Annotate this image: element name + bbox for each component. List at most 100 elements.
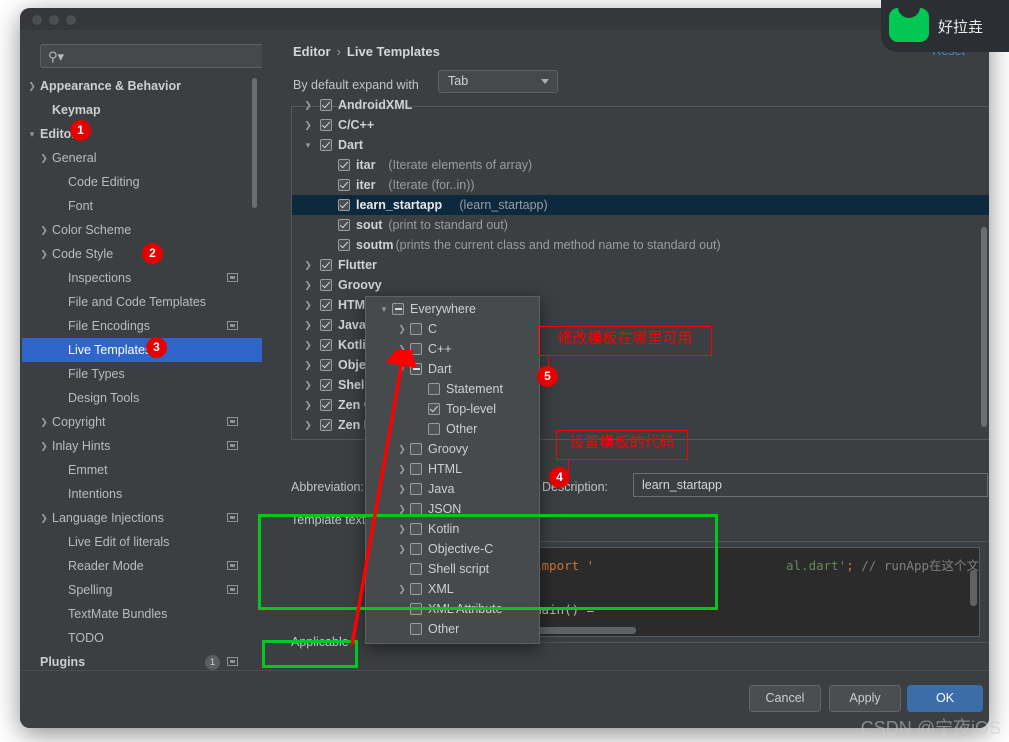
search-input[interactable]: ⚲▾ — [40, 44, 262, 68]
template-row[interactable]: learn_startapp (learn_startapp) — [292, 195, 989, 215]
chevron-right-icon[interactable]: ❯ — [302, 95, 314, 115]
sidebar-item-code-editing[interactable]: Code Editing — [22, 170, 262, 194]
template-row[interactable]: itar (Iterate elements of array) — [292, 155, 989, 175]
code-string: al.dart' — [786, 558, 847, 573]
sidebar-item-emmet[interactable]: Emmet — [22, 458, 262, 482]
sidebar-item-font[interactable]: Font — [22, 194, 262, 218]
code-horizontal-scrollbar[interactable] — [536, 627, 636, 634]
apply-button[interactable]: Apply — [829, 685, 901, 712]
template-row[interactable]: ❯ Flutter — [292, 255, 989, 275]
template-row[interactable]: ❯ AndroidXML — [292, 95, 989, 115]
list-scrollbar[interactable] — [981, 227, 987, 427]
sidebar-item-color-scheme[interactable]: ❯ Color Scheme — [22, 218, 262, 242]
template-checkbox[interactable] — [320, 299, 332, 311]
template-row[interactable]: ❯ C/C++ — [292, 115, 989, 135]
chevron-right-icon[interactable]: ❯ — [38, 434, 50, 458]
chevron-right-icon[interactable]: ❯ — [38, 242, 50, 266]
chevron-right-icon[interactable]: ❯ — [26, 74, 38, 98]
sidebar-item-spelling[interactable]: Spelling — [22, 578, 262, 602]
chevron-right-icon[interactable]: ❯ — [302, 295, 314, 315]
sidebar-item-copyright[interactable]: ❯ Copyright — [22, 410, 262, 434]
template-name: Groovy — [338, 278, 382, 292]
sidebar-item-reader-mode[interactable]: Reader Mode — [22, 554, 262, 578]
cancel-button[interactable]: Cancel — [749, 685, 821, 712]
sidebar-item-language-injections[interactable]: ❯ Language Injections — [22, 506, 262, 530]
sidebar-item-editor[interactable]: ▾ Editor — [22, 122, 262, 146]
external-window-icon — [227, 561, 238, 570]
template-checkbox[interactable] — [338, 159, 350, 171]
sidebar-item-live-edit-of-literals[interactable]: Live Edit of literals — [22, 530, 262, 554]
template-description: (print to standard out) — [388, 218, 508, 232]
sidebar-item-live-templates[interactable]: Live Templates — [22, 338, 262, 362]
chevron-right-icon[interactable]: ❯ — [302, 375, 314, 395]
ok-button[interactable]: OK — [907, 685, 983, 712]
code-vertical-scrollbar[interactable] — [970, 570, 977, 606]
sidebar-item-design-tools[interactable]: Design Tools — [22, 386, 262, 410]
template-row[interactable]: ▾ Dart — [292, 135, 989, 155]
sidebar-item-label: Live Templates — [68, 343, 152, 357]
context-row[interactable]: ❯ C — [366, 319, 539, 339]
template-row[interactable]: sout (print to standard out) — [292, 215, 989, 235]
chevron-right-icon[interactable]: ❯ — [38, 146, 50, 170]
template-checkbox[interactable] — [320, 139, 332, 151]
sidebar-item-todo[interactable]: TODO — [22, 626, 262, 650]
chevron-right-icon[interactable]: ❯ — [302, 355, 314, 375]
template-checkbox[interactable] — [338, 199, 350, 211]
external-window-icon — [227, 441, 238, 450]
template-name: itar — [356, 158, 376, 172]
sidebar-item-inlay-hints[interactable]: ❯ Inlay Hints — [22, 434, 262, 458]
chevron-right-icon[interactable]: ❯ — [302, 255, 314, 275]
template-description: (prints the current class and method nam… — [395, 238, 721, 252]
window-close-dot[interactable] — [32, 15, 42, 25]
template-checkbox[interactable] — [338, 179, 350, 191]
context-checkbox[interactable] — [410, 323, 422, 335]
template-row[interactable]: iter (Iterate (for..in)) — [292, 175, 989, 195]
sidebar-item-textmate-bundles[interactable]: TextMate Bundles — [22, 602, 262, 626]
template-checkbox[interactable] — [338, 219, 350, 231]
default-expand-value: Tab — [448, 74, 469, 88]
sidebar-item-file-types[interactable]: File Types — [22, 362, 262, 386]
sidebar-item-intentions[interactable]: Intentions — [22, 482, 262, 506]
template-row[interactable]: soutm (prints the current class and metho… — [292, 235, 989, 255]
sidebar-item-label: Inlay Hints — [52, 439, 111, 453]
window-minimize-dot[interactable] — [49, 15, 59, 25]
chevron-right-icon[interactable]: ❯ — [396, 319, 408, 339]
template-checkbox[interactable] — [320, 279, 332, 291]
template-checkbox[interactable] — [320, 259, 332, 271]
sidebar-item-appearance-behavior[interactable]: ❯ Appearance & Behavior — [22, 74, 262, 98]
template-row[interactable]: ❯ Groovy — [292, 275, 989, 295]
chevron-right-icon[interactable]: ❯ — [302, 395, 314, 415]
window-titlebar — [20, 8, 989, 30]
default-expand-select[interactable]: Tab — [438, 70, 558, 93]
template-text-editor[interactable]: import ' al.dart'; // runApp在这个文 main() … — [525, 547, 980, 637]
chevron-right-icon[interactable]: ❯ — [38, 410, 50, 434]
sidebar-scrollbar[interactable] — [252, 78, 257, 208]
breadcrumb-root[interactable]: Editor — [293, 44, 331, 59]
chevron-right-icon[interactable]: ❯ — [302, 415, 314, 435]
window-zoom-dot[interactable] — [66, 15, 76, 25]
context-row[interactable]: ▾ Everywhere — [366, 299, 539, 319]
context-checkbox[interactable] — [392, 303, 404, 315]
chevron-down-icon[interactable]: ▾ — [26, 122, 38, 146]
chevron-down-icon[interactable]: ▾ — [302, 135, 314, 155]
sidebar-item-file-and-code-templates[interactable]: File and Code Templates — [22, 290, 262, 314]
chevron-right-icon[interactable]: ❯ — [302, 115, 314, 135]
sidebar-item-label: General — [52, 151, 97, 165]
chevron-right-icon[interactable]: ❯ — [38, 506, 50, 530]
sidebar-item-general[interactable]: ❯ General — [22, 146, 262, 170]
template-description: (Iterate elements of array) — [388, 158, 533, 172]
default-expand-label: By default expand with — [293, 78, 419, 92]
template-checkbox[interactable] — [320, 319, 332, 331]
sidebar-item-keymap[interactable]: Keymap — [22, 98, 262, 122]
chevron-right-icon[interactable]: ❯ — [302, 335, 314, 355]
template-checkbox[interactable] — [320, 99, 332, 111]
template-checkbox[interactable] — [320, 119, 332, 131]
description-field[interactable]: learn_startapp — [633, 473, 988, 497]
chevron-right-icon[interactable]: ❯ — [302, 275, 314, 295]
chevron-down-icon[interactable]: ▾ — [378, 299, 390, 319]
template-checkbox[interactable] — [338, 239, 350, 251]
chevron-right-icon[interactable]: ❯ — [302, 315, 314, 335]
sidebar-item-file-encodings[interactable]: File Encodings — [22, 314, 262, 338]
chevron-right-icon[interactable]: ❯ — [38, 218, 50, 242]
sidebar-item-inspections[interactable]: Inspections — [22, 266, 262, 290]
